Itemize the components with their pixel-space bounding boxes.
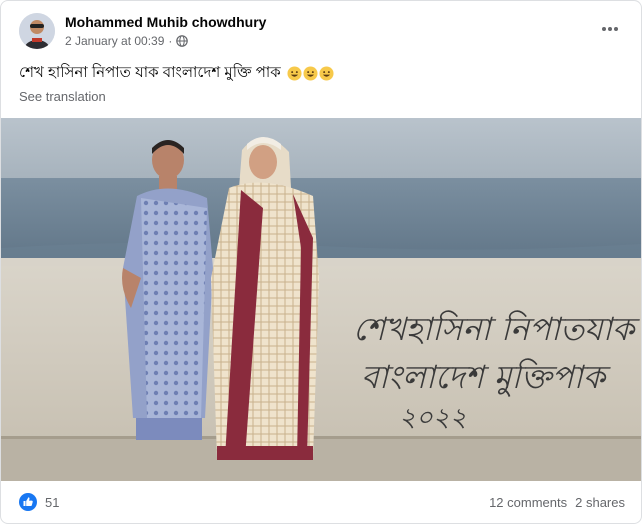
see-translation-link[interactable]: See translation — [19, 89, 106, 104]
author-name[interactable]: Mohammed Muhib chowdhury — [65, 14, 266, 30]
post-timestamp[interactable]: 2 January at 00:39 — [65, 34, 164, 48]
reaction-count[interactable]: 51 — [45, 495, 59, 510]
shares-count-link[interactable]: 2 shares — [575, 495, 625, 510]
post-photo[interactable]: শেখহাসিনা নিপাতযাক বাংলাদেশ মুক্তিপাক ২০… — [1, 118, 641, 481]
globe-icon[interactable] — [176, 35, 189, 47]
grinning-face-emoji — [303, 66, 318, 81]
meta-separator: · — [168, 34, 173, 48]
wall-text-line1: শেখহাসিনা নিপাতযাক — [353, 310, 640, 348]
post-text-content: শেখ হাসিনা নিপাত যাক বাংলাদেশ মুক্তি পাক — [19, 64, 281, 81]
post-text: শেখ হাসিনা নিপাত যাক বাংলাদেশ মুক্তি পাক — [19, 61, 334, 86]
like-reaction-icon[interactable] — [19, 493, 37, 511]
grinning-face-emoji — [319, 66, 334, 81]
grinning-face-emoji — [287, 66, 302, 81]
wall-text-line3: ২০২২ — [399, 403, 467, 433]
avatar-image — [19, 13, 55, 49]
post-footer: 51 12 comments 2 shares — [1, 481, 641, 523]
post-header: Mohammed Muhib chowdhury 2 January at 00… — [1, 1, 641, 57]
more-options-icon[interactable] — [597, 19, 623, 39]
emoji-group — [287, 66, 334, 81]
wall-text-line2: বাংলাদেশ মুক্তিপাক — [361, 358, 611, 397]
post-card: Mohammed Muhib chowdhury 2 January at 00… — [0, 0, 642, 524]
avatar[interactable] — [19, 13, 55, 49]
post-meta: 2 January at 00:39 · — [65, 34, 189, 48]
comments-count-link[interactable]: 12 comments — [489, 495, 567, 510]
engagement-summary: 12 comments 2 shares — [489, 495, 625, 510]
